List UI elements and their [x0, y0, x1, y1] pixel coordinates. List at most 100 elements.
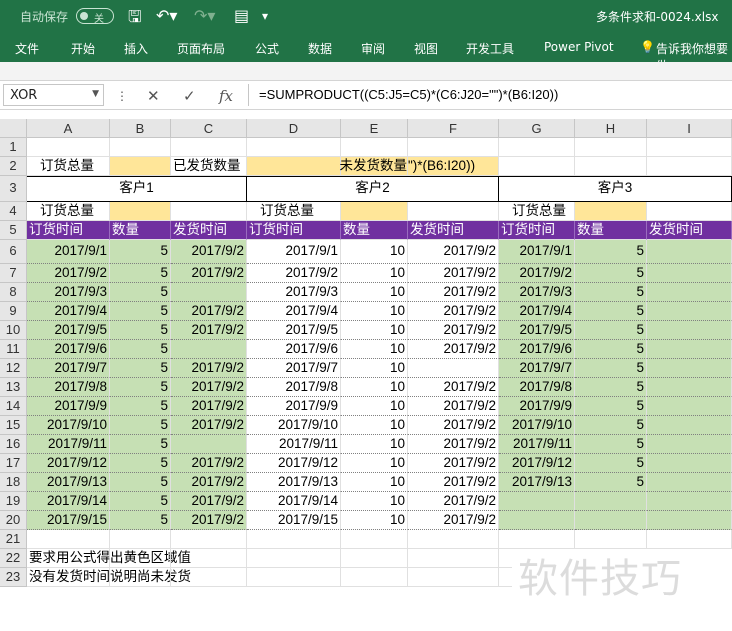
c3-ship-date[interactable] — [647, 511, 732, 530]
c1-quantity[interactable]: 5 — [110, 511, 171, 530]
row-header-5[interactable]: 5 — [0, 221, 27, 240]
note-yellow-area[interactable]: 要求用公式得出黄色区域值 — [27, 549, 191, 568]
column-header-e[interactable]: E — [341, 119, 408, 138]
c3-order-date[interactable]: 2017/9/6 — [499, 340, 575, 359]
c3-ship-date[interactable] — [647, 240, 732, 264]
c3-ship-date[interactable] — [647, 435, 732, 454]
c2-ship-date[interactable]: 2017/9/2 — [408, 435, 499, 454]
c2-quantity[interactable]: 10 — [341, 435, 408, 454]
c3-order-date[interactable]: 2017/9/11 — [499, 435, 575, 454]
c3-quantity[interactable]: 5 — [575, 340, 647, 359]
c2-ship-date[interactable]: 2017/9/2 — [408, 454, 499, 473]
tab-home[interactable]: 开始 — [71, 40, 95, 57]
c1-ship-date[interactable] — [171, 283, 247, 302]
c3-order-date[interactable] — [499, 511, 575, 530]
c2-quantity[interactable]: 10 — [341, 302, 408, 321]
tab-developer[interactable]: 开发工具 — [466, 40, 514, 57]
cell[interactable] — [647, 530, 732, 549]
c3-order-date[interactable]: 2017/9/3 — [499, 283, 575, 302]
row-header-19[interactable]: 19 — [0, 492, 27, 511]
c2-ship-date[interactable]: 2017/9/2 — [408, 473, 499, 492]
row-header-9[interactable]: 9 — [0, 302, 27, 321]
column-header-a[interactable]: A — [27, 119, 110, 138]
c2-ship-date[interactable]: 2017/9/2 — [408, 340, 499, 359]
customize-toolbar-icon[interactable]: ▾ — [262, 9, 268, 23]
c1-quantity[interactable]: 5 — [110, 359, 171, 378]
cell[interactable] — [110, 530, 171, 549]
c3-ship-date[interactable] — [647, 473, 732, 492]
row-header-13[interactable]: 13 — [0, 378, 27, 397]
c1-quantity[interactable]: 5 — [110, 240, 171, 264]
c3-quantity[interactable]: 5 — [575, 416, 647, 435]
c2-ship-date[interactable]: 2017/9/2 — [408, 283, 499, 302]
c2-ship-date[interactable]: 2017/9/2 — [408, 397, 499, 416]
c2-order-date[interactable]: 2017/9/6 — [247, 340, 341, 359]
cell[interactable] — [575, 157, 647, 176]
c2-ship-date[interactable] — [408, 359, 499, 378]
tab-formulas[interactable]: 公式 — [255, 40, 279, 57]
tab-page-layout[interactable]: 页面布局 — [177, 40, 225, 57]
c2-order-date[interactable]: 2017/9/2 — [247, 264, 341, 283]
c1-ship-date[interactable] — [171, 340, 247, 359]
c1-order-date[interactable]: 2017/9/7 — [27, 359, 110, 378]
c1-order-date[interactable]: 2017/9/9 — [27, 397, 110, 416]
cell[interactable] — [110, 549, 171, 568]
cell[interactable] — [110, 138, 171, 157]
row-header-6[interactable]: 6 — [0, 240, 27, 264]
column-title-ship-date-3[interactable]: 发货时间 — [647, 221, 732, 240]
cell[interactable] — [575, 138, 647, 157]
c3-quantity[interactable]: 5 — [575, 302, 647, 321]
c3-quantity[interactable]: 5 — [575, 454, 647, 473]
c1-order-date[interactable]: 2017/9/6 — [27, 340, 110, 359]
cell[interactable] — [247, 530, 341, 549]
c1-quantity[interactable]: 5 — [110, 302, 171, 321]
c3-ship-date[interactable] — [647, 283, 732, 302]
cell[interactable] — [27, 138, 110, 157]
customer-header-1[interactable]: 客户1 — [27, 176, 247, 202]
cell[interactable] — [171, 202, 247, 221]
label-order-total-2[interactable]: 订货总量 — [247, 202, 341, 221]
cell[interactable] — [171, 549, 247, 568]
column-header-f[interactable]: F — [408, 119, 499, 138]
cell[interactable] — [408, 138, 499, 157]
column-title-order-date-1[interactable]: 订货时间 — [27, 221, 110, 240]
cell[interactable] — [341, 138, 408, 157]
c2-ship-date[interactable]: 2017/9/2 — [408, 378, 499, 397]
c2-order-date[interactable]: 2017/9/15 — [247, 511, 341, 530]
cell[interactable] — [247, 138, 341, 157]
c1-ship-date[interactable]: 2017/9/2 — [171, 359, 247, 378]
c3-ship-date[interactable] — [647, 454, 732, 473]
c2-order-date[interactable]: 2017/9/8 — [247, 378, 341, 397]
c2-ship-date[interactable]: 2017/9/2 — [408, 416, 499, 435]
row-header-18[interactable]: 18 — [0, 473, 27, 492]
c3-ship-date[interactable] — [647, 492, 732, 511]
label-unshipped-qty[interactable]: 未发货数量 — [340, 157, 408, 176]
cell[interactable] — [247, 568, 341, 587]
tab-data[interactable]: 数据 — [308, 40, 332, 57]
c3-quantity[interactable]: 5 — [575, 473, 647, 492]
c3-order-date[interactable]: 2017/9/9 — [499, 397, 575, 416]
c1-quantity[interactable]: 5 — [110, 435, 171, 454]
tab-view[interactable]: 视图 — [414, 40, 438, 57]
enter-icon[interactable]: ✓ — [183, 87, 196, 105]
c2-quantity[interactable]: 10 — [341, 511, 408, 530]
c2-quantity[interactable]: 10 — [341, 416, 408, 435]
label-order-total-1[interactable]: 订货总量 — [27, 202, 110, 221]
select-all-corner[interactable] — [0, 119, 27, 138]
column-title-ship-date-1[interactable]: 发货时间 — [171, 221, 247, 240]
c1-quantity[interactable]: 5 — [110, 416, 171, 435]
c3-ship-date[interactable] — [647, 264, 732, 283]
c2-order-date[interactable]: 2017/9/9 — [247, 397, 341, 416]
c2-quantity[interactable]: 10 — [341, 492, 408, 511]
c3-quantity[interactable]: 5 — [575, 359, 647, 378]
row-header-11[interactable]: 11 — [0, 340, 27, 359]
name-box-dropdown-icon[interactable]: ▼ — [92, 89, 99, 99]
c2-quantity[interactable]: 10 — [341, 378, 408, 397]
autosave-toggle[interactable]: 关 — [76, 8, 114, 25]
c1-quantity[interactable]: 5 — [110, 283, 171, 302]
c3-order-date[interactable]: 2017/9/10 — [499, 416, 575, 435]
c2-quantity[interactable]: 10 — [341, 359, 408, 378]
c2-ship-date[interactable]: 2017/9/2 — [408, 302, 499, 321]
c3-ship-date[interactable] — [647, 321, 732, 340]
c2-ship-date[interactable]: 2017/9/2 — [408, 240, 499, 264]
